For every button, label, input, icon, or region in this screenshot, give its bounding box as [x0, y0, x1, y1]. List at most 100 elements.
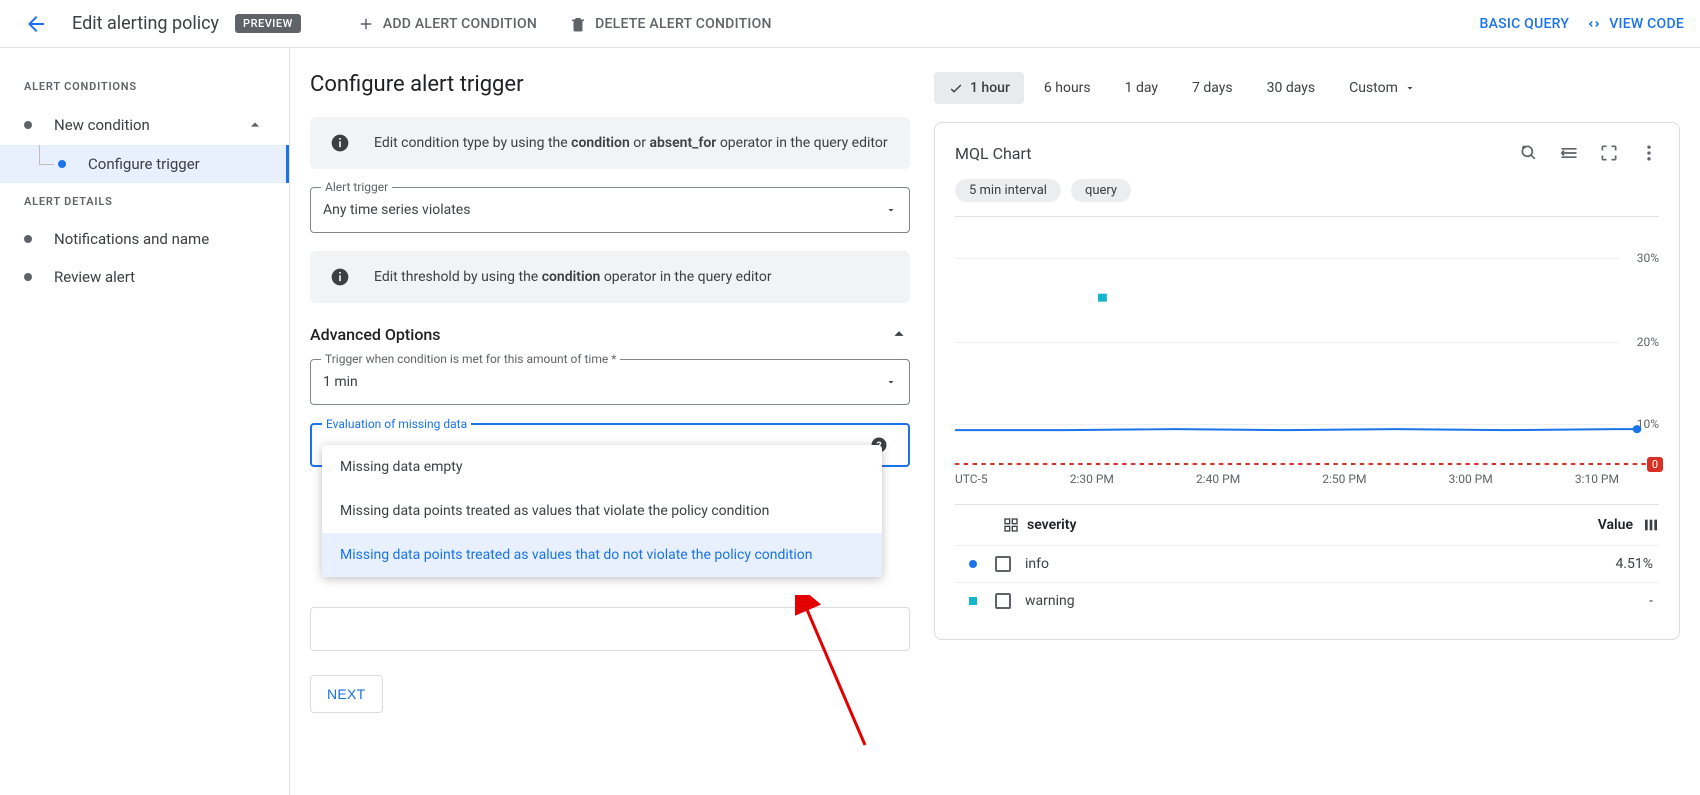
sidebar-section-alert-conditions: ALERT CONDITIONS — [0, 68, 289, 105]
topbar: Edit alerting policy PREVIEW ADD ALERT C… — [0, 0, 1700, 48]
legend-name: warning — [1025, 593, 1649, 609]
chip-interval: 5 min interval — [955, 179, 1061, 202]
top-actions: ADD ALERT CONDITION DELETE ALERT CONDITI… — [357, 15, 772, 33]
tab-label: 1 hour — [970, 80, 1010, 96]
basic-query-button[interactable]: BASIC QUERY — [1480, 16, 1570, 32]
dropdown-option-missing-violate[interactable]: Missing data points treated as values th… — [322, 489, 882, 533]
time-range-1-hour[interactable]: 1 hour — [934, 72, 1024, 104]
dot-icon — [58, 160, 66, 168]
columns-icon[interactable] — [1643, 517, 1659, 533]
x-tick-label: 3:00 PM — [1449, 472, 1493, 486]
add-alert-condition-button[interactable]: ADD ALERT CONDITION — [357, 15, 537, 33]
sidebar-item-review-alert[interactable]: Review alert — [0, 258, 289, 296]
info-box-condition-type: Edit condition type by using the conditi… — [310, 117, 910, 169]
view-code-button[interactable]: VIEW CODE — [1585, 15, 1684, 33]
time-range-7-days[interactable]: 7 days — [1178, 72, 1247, 104]
content: Configure alert trigger Edit condition t… — [290, 48, 1700, 795]
chart-x-axis: UTC-5 2:30 PM 2:40 PM 2:50 PM 3:00 PM 3:… — [955, 472, 1659, 486]
field-label: Trigger when condition is met for this a… — [321, 352, 620, 366]
legend-checkbox-warning[interactable] — [995, 593, 1011, 609]
sidebar-item-label: Review alert — [54, 268, 135, 286]
delete-condition-label: DELETE ALERT CONDITION — [595, 16, 772, 32]
chart-card: MQL Chart 5 min interval query — [934, 122, 1680, 640]
dot-icon — [24, 235, 32, 243]
configure-column: Configure alert trigger Edit condition t… — [310, 72, 910, 771]
evaluation-missing-data-dropdown: Missing data empty Missing data points t… — [322, 445, 882, 577]
info-text: Edit threshold by using the condition op… — [374, 269, 772, 285]
dot-icon — [24, 121, 32, 129]
time-range-1-day[interactable]: 1 day — [1111, 72, 1172, 104]
sidebar-item-label: New condition — [54, 116, 150, 134]
sidebar-item-label: Configure trigger — [88, 155, 200, 173]
field-value: 1 min — [323, 374, 885, 390]
add-condition-label: ADD ALERT CONDITION — [383, 16, 537, 32]
chart-column: 1 hour 6 hours 1 day 7 days 30 days Cust… — [934, 72, 1680, 771]
chevron-up-icon — [888, 323, 910, 345]
field-label: Alert trigger — [321, 180, 392, 194]
legend-row-warning[interactable]: warning - — [955, 582, 1659, 619]
info-text: Edit condition type by using the conditi… — [374, 135, 888, 151]
chart-svg — [955, 217, 1659, 466]
dropdown-option-missing-not-violate[interactable]: Missing data points treated as values th… — [322, 533, 882, 577]
main-layout: ALERT CONDITIONS New condition Configure… — [0, 48, 1700, 795]
sidebar-item-new-condition[interactable]: New condition — [0, 105, 289, 145]
legend-row-info[interactable]: info 4.51% — [955, 545, 1659, 582]
time-range-30-days[interactable]: 30 days — [1253, 72, 1329, 104]
sidebar-item-label: Notifications and name — [54, 230, 209, 248]
field-label: Evaluation of missing data — [322, 417, 471, 431]
view-code-label: VIEW CODE — [1609, 16, 1684, 32]
sidebar: ALERT CONDITIONS New condition Configure… — [0, 48, 290, 795]
next-button[interactable]: NEXT — [310, 675, 383, 713]
delete-alert-condition-button[interactable]: DELETE ALERT CONDITION — [569, 15, 772, 33]
time-range-custom[interactable]: Custom — [1335, 72, 1430, 104]
x-tick-label: 3:10 PM — [1575, 472, 1619, 486]
zoom-reset-icon[interactable] — [1519, 143, 1539, 163]
legend-head-severity: severity — [1003, 517, 1076, 533]
trash-icon — [569, 15, 587, 33]
check-icon — [948, 80, 964, 96]
sidebar-item-notifications[interactable]: Notifications and name — [0, 220, 289, 258]
tab-label: Custom — [1349, 80, 1398, 96]
x-tick-label: 2:50 PM — [1322, 472, 1366, 486]
trigger-duration-select[interactable]: Trigger when condition is met for this a… — [310, 359, 910, 405]
legend-head-value: Value — [1598, 517, 1659, 533]
legend-checkbox-info[interactable] — [995, 556, 1011, 572]
legend-name: info — [1025, 556, 1615, 572]
time-range-6-hours[interactable]: 6 hours — [1030, 72, 1105, 104]
chart-plot-area[interactable]: 30% 20% 10% 0 — [955, 216, 1659, 466]
dropdown-arrow-icon — [885, 204, 897, 216]
x-tick-label: 2:40 PM — [1196, 472, 1240, 486]
legend-col-severity: severity — [1027, 517, 1076, 533]
legend-swatch-warning — [955, 600, 977, 602]
info-icon — [330, 133, 350, 153]
chart-header: MQL Chart — [955, 143, 1659, 163]
dropdown-arrow-icon — [1404, 82, 1416, 94]
more-menu-icon[interactable] — [1639, 143, 1659, 163]
preview-chip: PREVIEW — [235, 14, 301, 33]
field-value: Any time series violates — [323, 202, 885, 218]
plus-icon — [357, 15, 375, 33]
sidebar-item-configure-trigger[interactable]: Configure trigger — [0, 145, 289, 183]
chart-settings-icon[interactable] — [1559, 143, 1579, 163]
back-arrow-icon[interactable] — [16, 4, 56, 44]
threshold-badge: 0 — [1647, 457, 1663, 472]
legend-header: severity Value — [955, 504, 1659, 545]
info-icon — [330, 267, 350, 287]
legend-col-value: Value — [1598, 517, 1633, 533]
x-tick-label: UTC-5 — [955, 472, 988, 486]
advanced-options-toggle[interactable]: Advanced Options — [310, 323, 910, 345]
chip-query: query — [1071, 179, 1131, 202]
legend-value: 4.51% — [1615, 556, 1653, 572]
x-tick-label: 2:30 PM — [1070, 472, 1114, 486]
info-box-threshold: Edit threshold by using the condition op… — [310, 251, 910, 303]
time-range-tabs: 1 hour 6 hours 1 day 7 days 30 days Cust… — [934, 72, 1680, 104]
advanced-options-title: Advanced Options — [310, 325, 441, 344]
page-title: Edit alerting policy — [72, 13, 219, 34]
chart-title: MQL Chart — [955, 144, 1519, 163]
legend-swatch-info — [955, 563, 977, 565]
alert-trigger-select[interactable]: Alert trigger Any time series violates — [310, 187, 910, 233]
dropdown-arrow-icon — [885, 376, 897, 388]
fullscreen-icon[interactable] — [1599, 143, 1619, 163]
dropdown-option-missing-empty[interactable]: Missing data empty — [322, 445, 882, 489]
legend-value: - — [1649, 593, 1653, 609]
